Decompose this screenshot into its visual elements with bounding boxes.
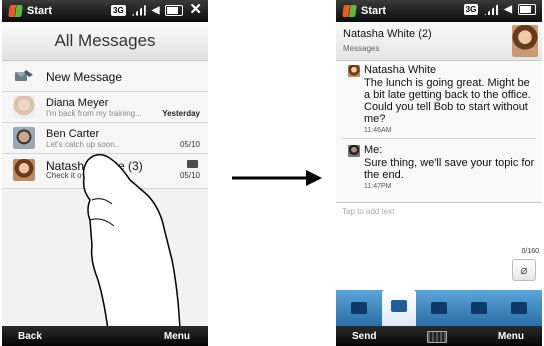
contact-card-icon xyxy=(351,302,367,314)
soft-key-bar: Send Menu xyxy=(336,326,542,346)
message-text: The lunch is going great. Might be a bit… xyxy=(364,77,531,125)
speaker-icon[interactable]: ◀ xyxy=(504,4,512,15)
status-bar: Start 3G ◀ xyxy=(336,0,542,22)
contact-name: Ben Carter xyxy=(46,128,100,140)
message-icon xyxy=(391,300,407,312)
speaker-icon[interactable]: ◀ xyxy=(152,5,160,16)
new-message-label: New Message xyxy=(46,70,123,84)
message-list: New Message Diana Meyer I'm back from my… xyxy=(2,61,208,189)
call-history-icon xyxy=(471,302,487,314)
battery-icon xyxy=(518,4,536,15)
tab-messages[interactable] xyxy=(382,290,416,326)
new-message-item[interactable]: New Message xyxy=(2,61,208,92)
compose-placeholder: Tap to add text xyxy=(342,207,395,216)
tab-email[interactable] xyxy=(422,294,456,322)
battery-icon xyxy=(165,4,184,16)
conversation-title: Natasha White (2) xyxy=(343,28,432,40)
message-time: 11:46AM xyxy=(364,127,392,134)
page-title: All Messages xyxy=(54,31,156,50)
message-date: Yesterday xyxy=(162,109,200,118)
message-thread: Natasha White The lunch is going great. … xyxy=(336,61,542,201)
message-preview: Check it o xyxy=(46,171,82,180)
transition-arrow xyxy=(232,170,322,186)
contact-photo xyxy=(512,25,538,57)
conversation-header: Natasha White (2) Messages xyxy=(336,22,542,61)
list-item[interactable]: Diana Meyer I'm back from my training...… xyxy=(2,92,208,123)
attach-icon: ⌀ xyxy=(520,263,528,277)
send-button[interactable]: Send xyxy=(352,331,376,342)
attach-button[interactable]: ⌀ xyxy=(512,259,536,281)
compose-field[interactable]: Tap to add text 0/160 ⌀ xyxy=(336,202,542,291)
avatar xyxy=(13,159,35,181)
new-message-icon xyxy=(15,70,33,81)
list-item[interactable]: Natasha White (3) Check it o 05/10 xyxy=(2,154,208,189)
phone-screen-conversation: Start 3G ◀ Natasha White (2) Messages Na… xyxy=(336,0,542,346)
divider xyxy=(342,138,536,139)
message-text: Sure thing, we'll save your topic for th… xyxy=(364,157,535,181)
close-icon[interactable]: ✕ xyxy=(189,2,202,17)
message-preview: Let's catch up soon.. xyxy=(46,140,120,149)
menu-button[interactable]: Menu xyxy=(498,331,524,342)
sender-name: Me: xyxy=(364,144,383,156)
windows-flag-icon[interactable] xyxy=(8,5,23,17)
avatar xyxy=(348,145,360,157)
status-icons: 3G ◀ ✕ xyxy=(111,2,202,17)
message-date: 05/10 xyxy=(179,171,200,180)
message-icon xyxy=(187,160,198,168)
messages-header: All Messages xyxy=(2,22,208,61)
menu-button[interactable]: Menu xyxy=(164,331,190,342)
list-item[interactable]: Ben Carter Let's catch up soon.. 05/10 xyxy=(2,123,208,154)
phone-screen-messages-list: Start 3G ◀ ✕ All Messages New Message Di… xyxy=(2,0,208,346)
people-icon xyxy=(511,302,527,314)
windows-flag-icon[interactable] xyxy=(342,5,357,17)
tab-bar xyxy=(336,290,542,326)
back-button[interactable]: Back xyxy=(18,331,42,342)
keyboard-icon[interactable] xyxy=(427,331,447,343)
avatar xyxy=(348,65,360,77)
network-3g-badge: 3G xyxy=(463,4,479,15)
network-3g-badge: 3G xyxy=(111,4,126,16)
start-button[interactable]: Start xyxy=(361,5,386,17)
message-date: 05/10 xyxy=(179,140,200,149)
contact-name: Diana Meyer xyxy=(46,97,109,109)
signal-icon xyxy=(484,4,499,15)
status-icons: 3G ◀ xyxy=(463,4,536,15)
soft-key-bar: Back Menu xyxy=(2,326,208,346)
conversation-subtitle: Messages xyxy=(343,44,380,53)
avatar xyxy=(13,96,35,118)
character-counter: 0/160 xyxy=(521,248,539,255)
status-bar: Start 3G ◀ ✕ xyxy=(2,0,208,22)
start-button[interactable]: Start xyxy=(27,5,52,17)
email-icon xyxy=(431,302,447,314)
tab-updates[interactable] xyxy=(502,294,536,322)
avatar xyxy=(13,127,35,149)
signal-icon xyxy=(131,4,146,16)
message-preview: I'm back from my training... xyxy=(46,109,142,118)
message-time: 11:47PM xyxy=(364,183,392,190)
tab-contacts-card[interactable] xyxy=(342,294,376,322)
tab-calls[interactable] xyxy=(462,294,496,322)
sender-name: Natasha White xyxy=(364,64,437,76)
